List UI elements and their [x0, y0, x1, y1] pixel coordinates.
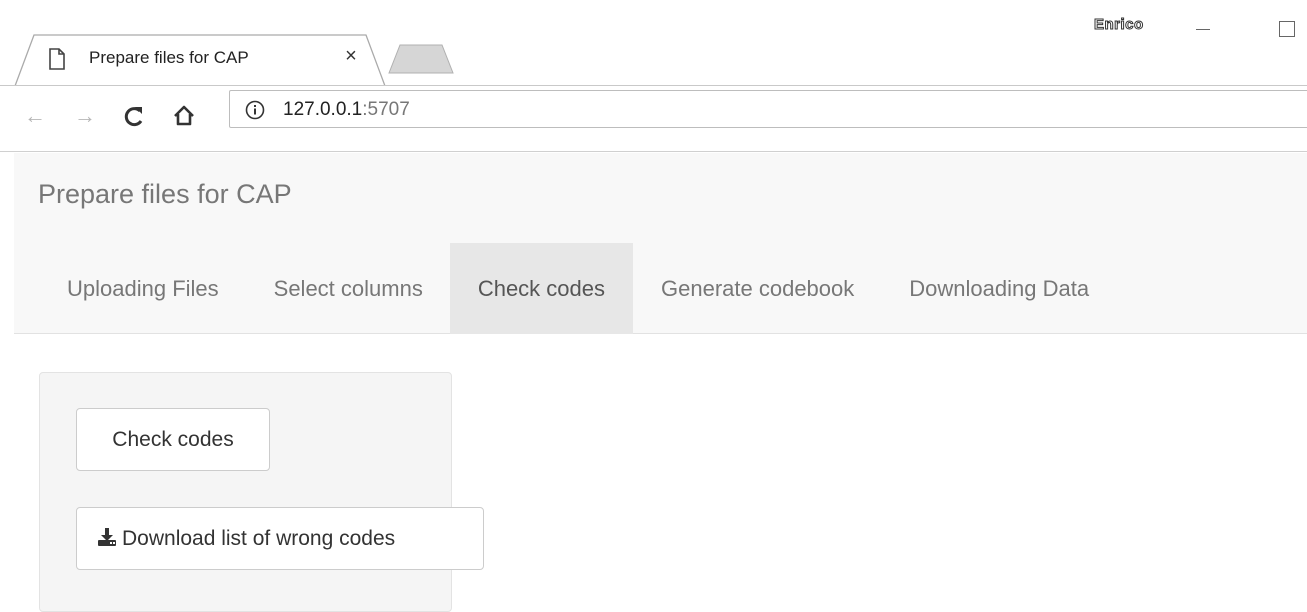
- new-tab-button[interactable]: [388, 44, 454, 74]
- forward-arrow-icon[interactable]: →: [72, 101, 98, 131]
- maximize-icon[interactable]: [1279, 21, 1295, 37]
- download-wrong-codes-button[interactable]: Download list of wrong codes: [76, 507, 484, 570]
- app-brand: Prepare files for CAP: [38, 179, 292, 209]
- tab-close-icon[interactable]: ×: [340, 45, 362, 67]
- tab-title: Prepare files for CAP: [89, 48, 249, 67]
- url-text: 127.0.0.1:5707: [283, 99, 410, 121]
- address-bar[interactable]: 127.0.0.1:5707: [229, 90, 1307, 128]
- download-button-label: Download list of wrong codes: [122, 527, 396, 550]
- browser-toolbar: ← → 127.0.0.1:5707: [0, 86, 1307, 152]
- tab-generate-codebook[interactable]: Generate codebook: [633, 243, 881, 334]
- tab-select-columns[interactable]: Select columns: [246, 243, 450, 334]
- download-icon: [98, 528, 116, 546]
- tab-uploading-files[interactable]: Uploading Files: [14, 243, 246, 334]
- url-port: :5707: [362, 99, 410, 120]
- back-arrow-icon[interactable]: ←: [22, 101, 48, 131]
- url-host: 127.0.0.1: [283, 99, 363, 120]
- app-navbar: Prepare files for CAP Uploading Files Se…: [14, 153, 1307, 334]
- document-icon: [49, 48, 65, 70]
- nav-tabs: Uploading Files Select columns Check cod…: [14, 243, 1116, 334]
- tab-check-codes[interactable]: Check codes: [449, 243, 634, 334]
- reload-icon[interactable]: [121, 101, 147, 131]
- info-icon[interactable]: [245, 100, 265, 120]
- tab-downloading-data[interactable]: Downloading Data: [881, 243, 1116, 334]
- home-icon[interactable]: [171, 101, 197, 131]
- profile-name[interactable]: Enrico: [1094, 16, 1144, 34]
- sidebar-panel: Check codes Download list of wrong codes: [39, 372, 484, 612]
- minimize-icon[interactable]: [1196, 29, 1210, 30]
- check-codes-button[interactable]: Check codes: [76, 408, 270, 471]
- browser-titlebar: Prepare files for CAP × Enrico: [0, 0, 1307, 86]
